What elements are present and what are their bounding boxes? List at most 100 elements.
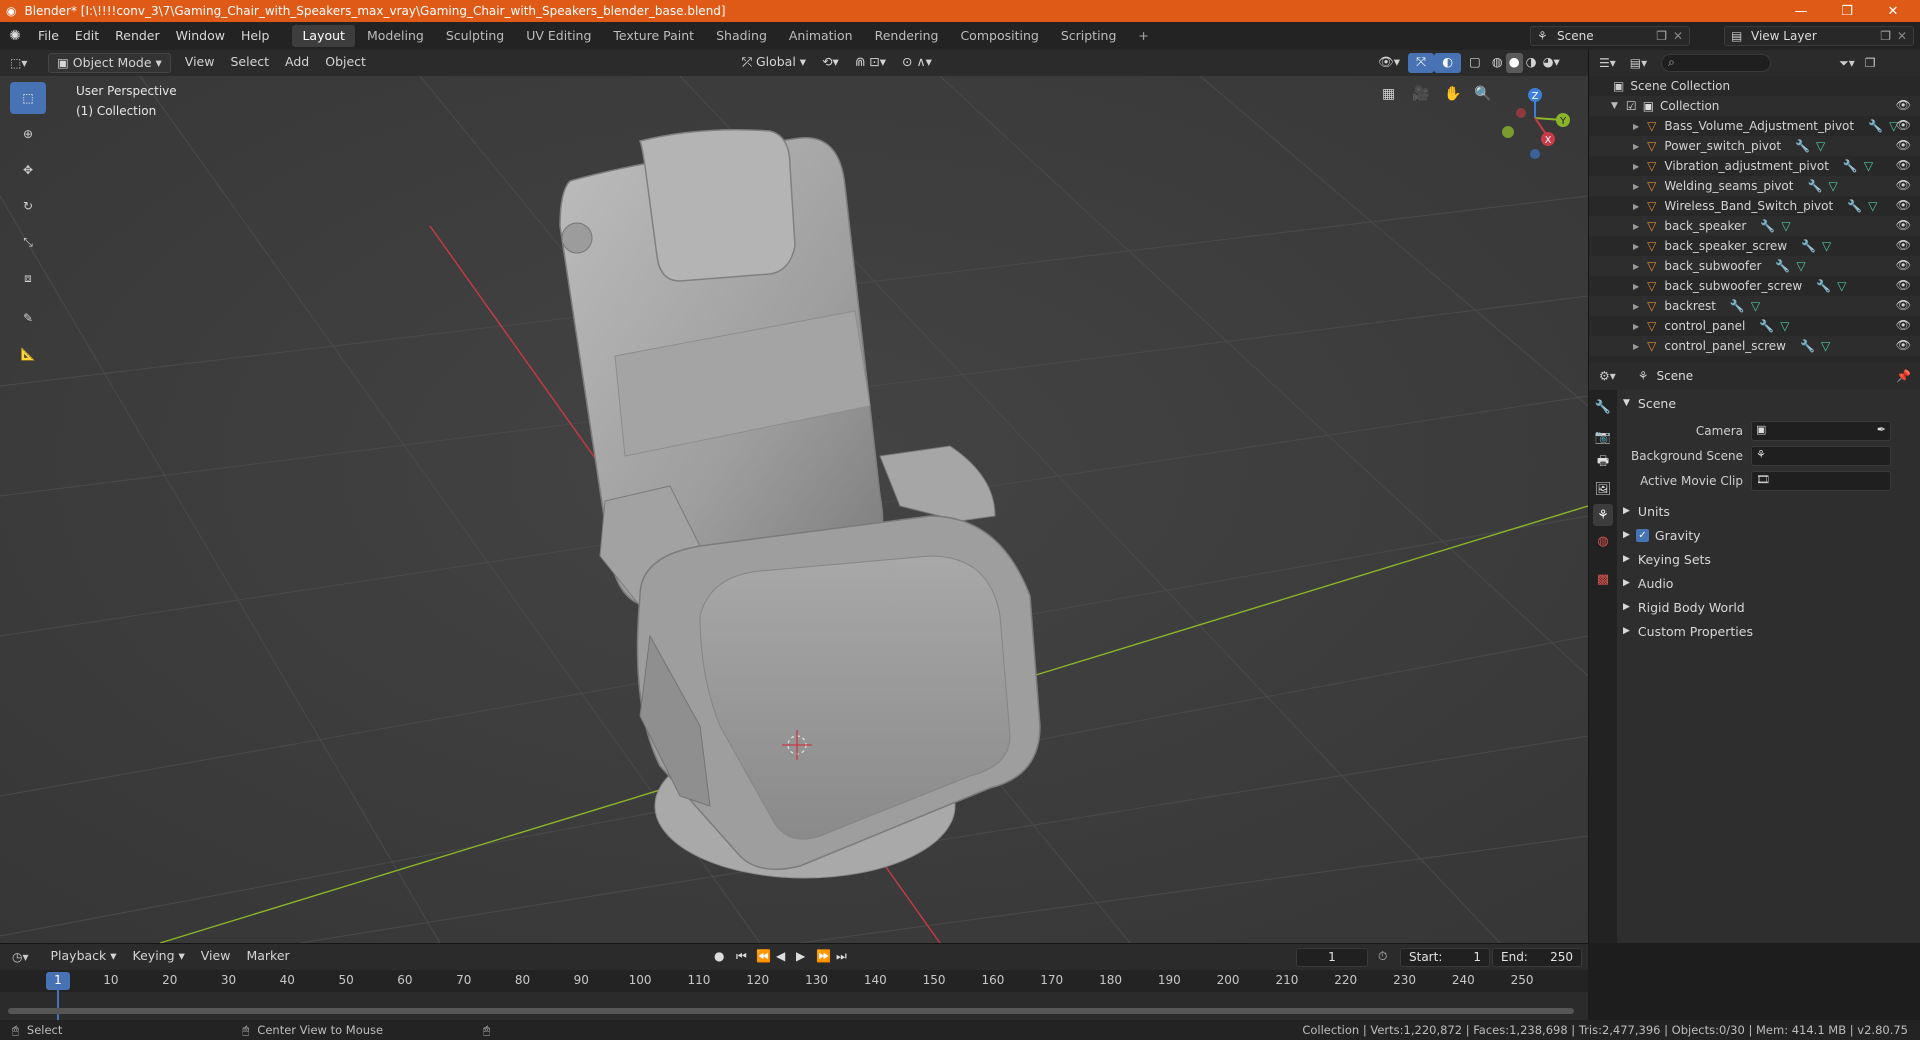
current-frame-field[interactable]: 1 [1296, 948, 1368, 967]
keying-sets-panel[interactable]: ▶ Keying Sets [1623, 548, 1711, 570]
delete-scene-icon[interactable]: ✕ [1673, 27, 1683, 45]
timeline-ruler[interactable]: 1 10 20 30 40 50 60 70 80 90 100 110 120 130 140 150 160… [0, 970, 1588, 1020]
eye-icon[interactable]: 👁 [1896, 278, 1911, 292]
outliner-row-vibration-adjustment-pivot[interactable]: ▶ ▽ Vibration_adjustment_pivot 🔧 ▽ 👁 [1589, 156, 1920, 176]
expand-arrow-icon[interactable]: ▶ [1633, 262, 1639, 271]
end-frame-field[interactable]: End: 250 [1492, 948, 1582, 967]
mesh-icon[interactable]: ▽ [1821, 339, 1830, 353]
rotate-tool[interactable]: ↻ [10, 190, 46, 222]
mesh-icon[interactable]: ▽ [1780, 319, 1789, 333]
gravity-checkbox[interactable]: ✓ [1635, 528, 1649, 542]
menu-render[interactable]: Render [107, 22, 168, 50]
outliner-row-bass-volume-adjustment-pivot[interactable]: ▶ ▽ Bass_Volume_Adjustment_pivot 🔧 ▽ 👁 [1589, 116, 1920, 136]
eye-icon[interactable]: 👁 [1896, 238, 1911, 252]
outliner-row-back-speaker[interactable]: ▶ ▽ back_speaker 🔧 ▽ 👁 [1589, 216, 1920, 236]
shading-material-icon[interactable]: ◑ [1523, 53, 1540, 73]
modifier-icon[interactable]: 🔧 [1760, 219, 1775, 233]
audio-panel[interactable]: ▶ Audio [1623, 572, 1673, 594]
menu-playback[interactable]: Playback ▾ [43, 947, 125, 967]
mesh-icon[interactable]: ▽ [1781, 219, 1790, 233]
filter-icon[interactable]: ⏷▾ [1839, 56, 1855, 71]
xray-icon[interactable]: ▢ [1461, 53, 1489, 73]
menu-object[interactable]: Object [317, 53, 374, 73]
annotate-tool[interactable]: ✎ [10, 302, 46, 334]
texture-tab-icon[interactable]: ▩ [1593, 568, 1613, 590]
modifier-icon[interactable]: 🔧 [1868, 119, 1883, 133]
eye-icon[interactable]: 👁 [1896, 338, 1911, 352]
move-tool[interactable]: ✥ [10, 154, 46, 186]
next-keyframe-icon[interactable]: ⏩ [816, 949, 831, 963]
outliner-row-wireless-band-switch-pivot[interactable]: ▶ ▽ Wireless_Band_Switch_pivot 🔧 ▽ 👁 [1589, 196, 1920, 216]
properties-editor-icon[interactable]: ⚙▾ [1599, 369, 1616, 383]
menu-edit[interactable]: Edit [67, 22, 107, 50]
expand-arrow-icon[interactable]: ▶ [1633, 162, 1639, 171]
outliner-row-welding-seams-pivot[interactable]: ▶ ▽ Welding_seams_pivot 🔧 ▽ 👁 [1589, 176, 1920, 196]
outliner-row-back-subwoofer[interactable]: ▶ ▽ back_subwoofer 🔧 ▽ 👁 [1589, 256, 1920, 276]
menu-add[interactable]: Add [277, 53, 317, 73]
proportional-edit-icon[interactable]: ⊙ ∧▾ [894, 53, 940, 73]
output-tab-icon[interactable]: 🖶 [1593, 452, 1613, 474]
modifier-icon[interactable]: 🔧 [1795, 139, 1810, 153]
outliner-row-back-speaker-screw[interactable]: ▶ ▽ back_speaker_screw 🔧 ▽ 👁 [1589, 236, 1920, 256]
shading-rendered-icon[interactable]: ◕▾ [1540, 53, 1563, 73]
mesh-icon[interactable]: ▽ [1796, 259, 1805, 273]
new-collection-icon[interactable]: ❐ [1865, 56, 1876, 70]
jump-end-icon[interactable]: ⏭ [836, 949, 847, 964]
measure-tool[interactable]: 📐 [10, 338, 46, 370]
menu-timeline-view[interactable]: View [193, 947, 239, 967]
outliner-row-backrest[interactable]: ▶ ▽ backrest 🔧 ▽ 👁 [1589, 296, 1920, 316]
gizmo-neg-x[interactable] [1516, 108, 1526, 118]
outliner-row-scene-collection[interactable]: ▣ Scene Collection [1589, 76, 1920, 96]
expand-arrow-icon[interactable]: ▶ [1633, 322, 1639, 331]
camera-field[interactable]: ▣ ✒ [1751, 421, 1891, 441]
toggle-camera-view-icon[interactable]: ▦ [1382, 86, 1404, 108]
modifier-icon[interactable]: 🔧 [1816, 279, 1831, 293]
tab-animation[interactable]: Animation [779, 25, 863, 47]
movie-clip-field[interactable]: 🎞 [1751, 471, 1891, 491]
timeline-editor-icon[interactable]: ◷▾ [12, 950, 29, 964]
outliner-editor-icon[interactable]: ☰▾ [1599, 56, 1616, 70]
tab-modeling[interactable]: Modeling [357, 25, 434, 47]
expand-arrow-icon[interactable]: ▶ [1633, 142, 1639, 151]
tab-layout[interactable]: Layout [292, 25, 355, 47]
gizmo-neg-z[interactable] [1530, 149, 1540, 159]
modifier-icon[interactable]: 🔧 [1801, 239, 1816, 253]
menu-view[interactable]: View [177, 53, 223, 73]
shading-solid-icon[interactable]: ● [1505, 53, 1523, 73]
tab-shading[interactable]: Shading [706, 25, 777, 47]
rigid-body-world-panel[interactable]: ▶ Rigid Body World [1623, 596, 1745, 618]
render-tab-icon[interactable]: 📷 [1593, 426, 1613, 448]
outliner-row-control-panel[interactable]: ▶ ▽ control_panel 🔧 ▽ 👁 [1589, 316, 1920, 336]
expand-arrow-icon[interactable]: ▶ [1633, 182, 1639, 191]
tab-uv-editing[interactable]: UV Editing [516, 25, 601, 47]
menu-file[interactable]: File [30, 22, 67, 50]
play-reverse-icon[interactable]: ◀ [776, 949, 785, 963]
tab-texture-paint[interactable]: Texture Paint [603, 25, 704, 47]
shading-wireframe-icon[interactable]: ◍ [1489, 53, 1506, 73]
eyedropper-icon[interactable]: ✒ [1877, 423, 1886, 436]
display-mode-icon[interactable]: ▤▾ [1630, 56, 1647, 70]
tab-compositing[interactable]: Compositing [950, 25, 1048, 47]
mesh-icon[interactable]: ▽ [1868, 199, 1877, 213]
mesh-icon[interactable]: ▽ [1816, 139, 1825, 153]
side-speaker[interactable] [561, 222, 593, 254]
pivot-point-icon[interactable]: ⟲▾ [814, 53, 847, 73]
eye-icon[interactable]: 👁 [1896, 198, 1911, 212]
expand-arrow-icon[interactable]: ▶ [1633, 302, 1639, 311]
new-scene-icon[interactable]: ❐ [1656, 27, 1667, 45]
restore-button[interactable]: ❐ [1826, 0, 1868, 22]
delete-view-layer-icon[interactable]: ✕ [1897, 27, 1907, 45]
eye-icon[interactable]: 👁 [1896, 218, 1911, 232]
add-workspace-button[interactable]: + [1128, 25, 1158, 47]
modifier-icon[interactable]: 🔧 [1807, 179, 1822, 193]
scale-tool[interactable]: ⤡ [10, 226, 46, 258]
editor-type-icon[interactable]: ⬚▾ [10, 56, 40, 70]
cursor-tool[interactable]: ⊕ [10, 118, 46, 150]
gizmo-neg-y[interactable] [1502, 126, 1514, 138]
eye-icon[interactable]: 👁 [1896, 258, 1911, 272]
eye-icon[interactable]: 👁 [1896, 98, 1911, 112]
view-layer-tab-icon[interactable]: 🖼 [1593, 478, 1613, 500]
scene-selector[interactable]: ⚘ Scene ❐ ✕ [1530, 26, 1690, 46]
modifier-icon[interactable]: 🔧 [1847, 199, 1862, 213]
tab-rendering[interactable]: Rendering [865, 25, 949, 47]
